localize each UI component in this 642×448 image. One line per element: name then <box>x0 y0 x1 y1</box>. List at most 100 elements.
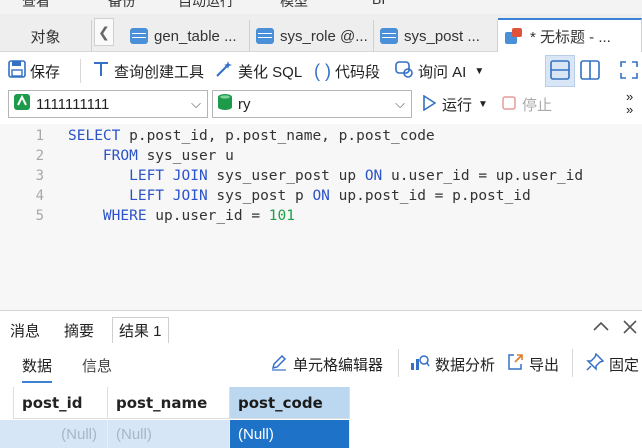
fullscreen-button[interactable] <box>616 55 642 87</box>
tab-info-label: 信息 <box>82 358 113 375</box>
tab-sys-role[interactable]: sys_role @... <box>250 20 374 52</box>
close-panel-button[interactable] <box>622 319 638 338</box>
stop-button[interactable]: 停止 <box>502 94 552 115</box>
chevron-down-icon: ⌵ <box>395 96 405 111</box>
menu-item-auto-run[interactable]: 自动运行 <box>178 0 234 11</box>
line-number: 1 <box>35 128 44 144</box>
line-number: 3 <box>35 168 44 184</box>
split-horizontal-icon <box>550 59 570 83</box>
cell-post-id[interactable]: (Null) <box>14 420 108 448</box>
sql-editor[interactable]: 1 2 3 4 5 SELECT p.post_id, p.post_name,… <box>0 124 642 310</box>
tab-objects-label: 对象 <box>30 28 61 46</box>
beautify-sql-button[interactable]: 美化 SQL <box>214 58 302 84</box>
sql-text: sys_post p <box>207 188 313 204</box>
layout-vertical-toggle[interactable] <box>575 55 605 87</box>
chevron-left-icon: ❮ <box>98 23 110 40</box>
pin-button[interactable]: 固定 <box>586 352 639 376</box>
tab-summary[interactable]: 摘要 <box>58 317 100 343</box>
query-builder-button[interactable]: 查询创建工具 <box>92 58 204 84</box>
row-header-corner <box>0 387 14 419</box>
ai-assistant-icon <box>394 59 414 84</box>
sql-text: sys_user_post up <box>207 168 365 184</box>
sql-keyword: FROM <box>102 148 138 164</box>
parentheses-icon: ( ) <box>314 60 331 81</box>
export-button[interactable]: 导出 <box>506 353 559 376</box>
stop-label: 停止 <box>522 97 553 114</box>
sql-text: u.user_id = up.user_id <box>382 168 584 184</box>
sql-line[interactable]: LEFT JOIN sys_user_post up ON u.user_id … <box>68 168 583 184</box>
edit-pencil-icon <box>270 353 288 376</box>
sql-text: sys_user u <box>137 148 234 164</box>
dropdown-caret-icon: ▼ <box>478 99 488 110</box>
tab-label: * 无标题 - ... <box>530 28 611 46</box>
analysis-chart-icon <box>410 353 430 376</box>
column-header-post-id[interactable]: post_id <box>14 387 108 419</box>
cell-post-name[interactable]: (Null) <box>108 420 230 448</box>
tab-untitled-query[interactable]: * 无标题 - ... <box>498 18 642 52</box>
cell-editor-label: 单元格编辑器 <box>293 357 384 374</box>
save-icon <box>8 60 26 82</box>
data-analysis-label: 数据分析 <box>435 357 496 374</box>
data-analysis-button[interactable]: 数据分析 <box>410 353 495 376</box>
row-indicator[interactable] <box>0 420 14 448</box>
connection-select[interactable]: 1111111111 ⌵ <box>8 90 208 118</box>
tab-label: sys_post ... <box>404 27 480 45</box>
save-button[interactable]: 保存 <box>8 58 60 84</box>
collapse-panel-button[interactable] <box>592 319 610 338</box>
table-icon <box>380 28 398 44</box>
split-vertical-icon <box>580 59 600 83</box>
sql-text: up.user_id = <box>146 208 269 224</box>
menu-item-backup[interactable]: 备份 <box>108 0 136 11</box>
sql-number: 101 <box>268 208 295 224</box>
toolbar-divider <box>398 349 399 377</box>
export-icon <box>506 353 524 376</box>
column-header-post-code[interactable]: post_code <box>230 387 350 419</box>
cell-post-code[interactable]: (Null) <box>230 420 350 448</box>
mysql-connection-icon <box>13 93 31 115</box>
menu-item-model[interactable]: 模型 <box>280 0 308 11</box>
line-number: 5 <box>35 208 44 224</box>
sql-keyword: SELECT <box>68 128 121 144</box>
sql-keyword: ON <box>312 188 330 204</box>
tab-messages[interactable]: 消息 <box>4 317 46 343</box>
tab-objects[interactable]: 对象 <box>0 20 92 52</box>
code-snippet-button[interactable]: ( ) 代码段 <box>314 58 380 84</box>
menu-item-view[interactable]: 查看 <box>22 0 50 11</box>
menu-item-bi[interactable]: BI <box>372 0 385 7</box>
tab-info[interactable]: 信息 <box>82 355 112 376</box>
sql-line[interactable]: FROM sys_user u <box>68 148 234 164</box>
ask-ai-label: 询问 AI <box>418 63 467 81</box>
database-icon <box>217 93 233 115</box>
query-builder-icon <box>92 60 110 83</box>
cell-editor-button[interactable]: 单元格编辑器 <box>270 353 383 376</box>
sql-line[interactable]: LEFT JOIN sys_post p ON up.post_id = p.p… <box>68 188 531 204</box>
sql-keyword: WHERE <box>102 208 147 224</box>
tab-data-label: 数据 <box>22 358 53 375</box>
more-toolbar-button[interactable]: » » <box>626 90 633 116</box>
sql-text: up.post_id = p.post_id <box>329 188 531 204</box>
top-menu-bar: 查看 备份 自动运行 模型 BI <box>0 0 642 14</box>
database-select[interactable]: ry ⌵ <box>212 90 412 118</box>
tab-scroll-left-button[interactable]: ❮ <box>94 18 114 46</box>
dropdown-caret-icon: ▼ <box>474 65 485 77</box>
ask-ai-button[interactable]: 询问 AI ▼ <box>394 58 484 84</box>
tab-data[interactable]: 数据 <box>22 355 53 383</box>
tab-gen-table[interactable]: gen_table ... <box>124 20 250 52</box>
table-icon <box>130 28 148 44</box>
line-number-gutter: 1 2 3 4 5 <box>0 124 48 310</box>
run-button[interactable]: 运行 ▼ <box>422 94 488 115</box>
sql-line[interactable]: SELECT p.post_id, p.post_name, p.post_co… <box>68 128 435 144</box>
column-header-post-name[interactable]: post_name <box>108 387 230 419</box>
tab-result-1[interactable]: 结果 1 <box>112 317 169 343</box>
play-icon <box>422 94 437 115</box>
connection-name: 1111111111 <box>36 95 110 113</box>
chevron-double-right-icon: » <box>626 102 634 117</box>
tab-summary-label: 摘要 <box>64 322 95 340</box>
tab-sys-post[interactable]: sys_post ... <box>374 20 498 52</box>
database-name: ry <box>238 95 251 113</box>
layout-horizontal-toggle[interactable] <box>545 55 575 87</box>
sql-line[interactable]: WHERE up.user_id = 101 <box>68 208 295 224</box>
chevron-up-icon <box>592 320 610 337</box>
